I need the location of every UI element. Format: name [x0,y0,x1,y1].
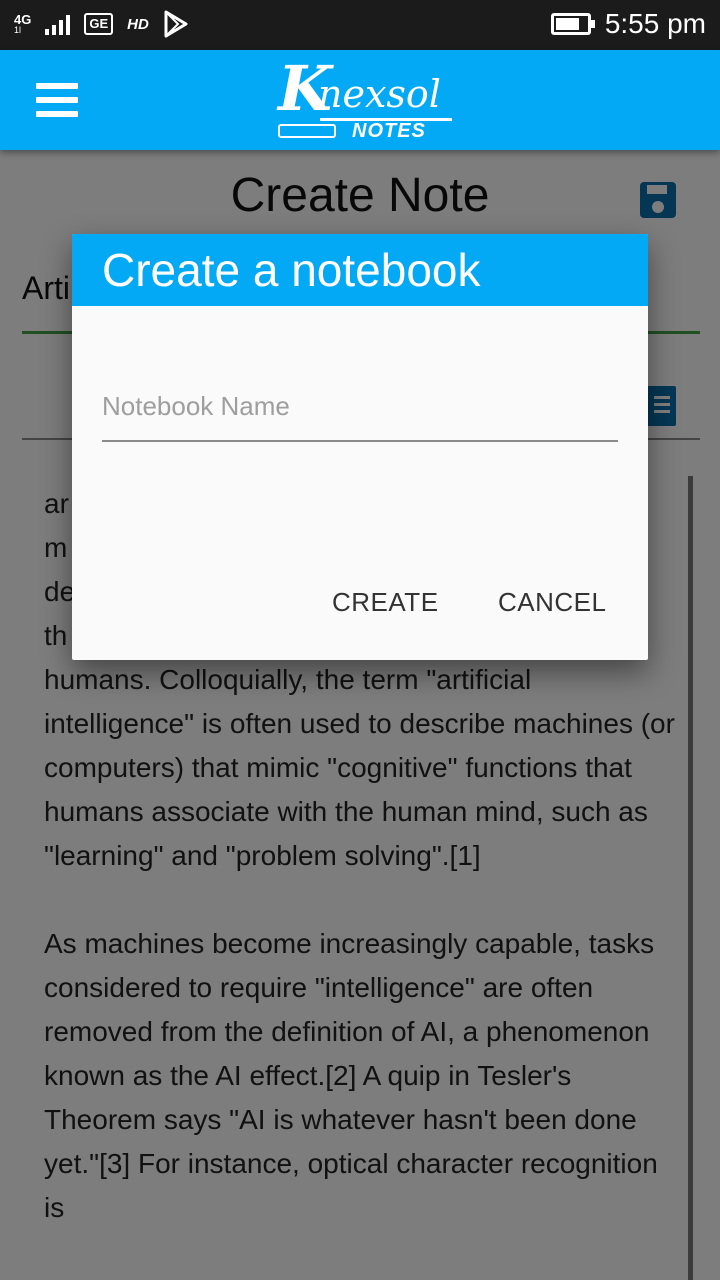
menu-icon[interactable] [36,83,78,117]
pencil-icon [278,124,336,138]
play-store-icon [164,10,188,38]
logo-subtitle: NOTES [352,120,426,142]
clock: 5:55 pm [604,8,706,39]
signal-icon [45,13,71,35]
app-logo: K nexsol NOTES [276,56,456,144]
ge-badge: GE [84,13,114,35]
hd-indicator: HD [127,15,149,33]
dialog-title: Create a notebook [72,234,648,306]
create-notebook-dialog: Create a notebook CREATE CANCEL [72,234,648,660]
battery-icon [550,13,595,35]
app-bar: K nexsol NOTES [0,50,720,150]
cancel-button[interactable]: CANCEL [498,580,606,624]
notebook-name-input[interactable] [102,372,618,440]
status-bar: 4G 1l GE HD 5:55 pm [0,0,720,50]
notebook-name-field[interactable] [102,372,618,442]
create-button[interactable]: CREATE [332,580,439,624]
network-indicator: 4G 1l [14,12,32,35]
logo-title: nexsol [318,72,441,116]
